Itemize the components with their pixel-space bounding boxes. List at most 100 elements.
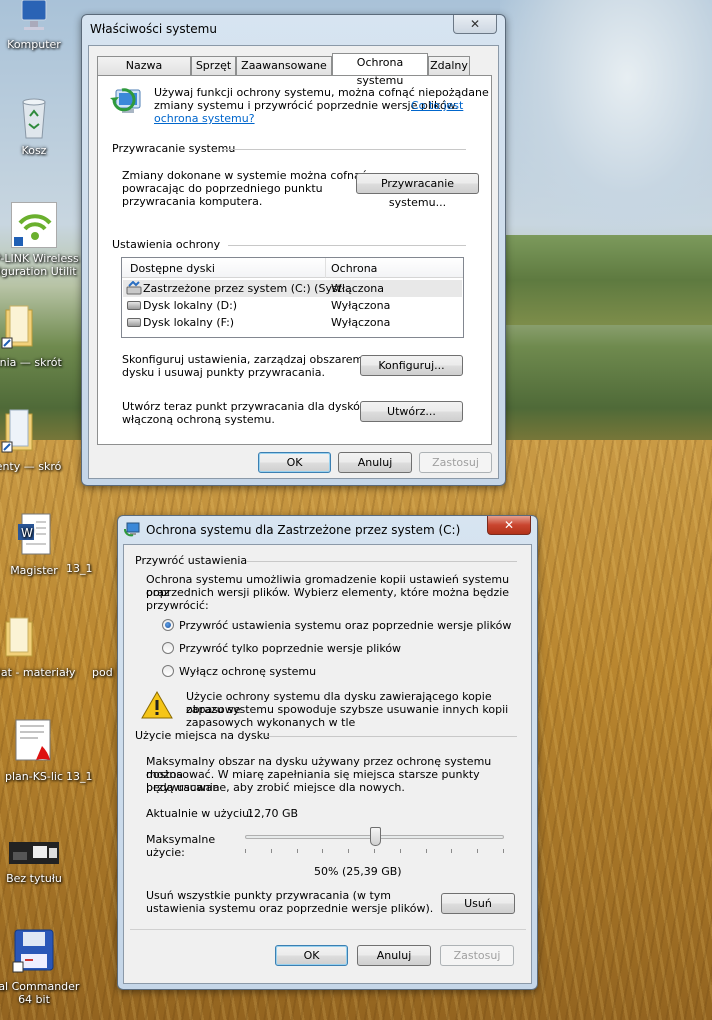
slider-tick	[477, 849, 478, 853]
radio-label-disable-protection[interactable]: Wyłącz ochronę systemu	[179, 665, 316, 678]
system-restore-button[interactable]: Przywracanie systemu...	[356, 173, 479, 209]
what-is-system-protection-link-1[interactable]: Co to jest	[411, 99, 463, 112]
close-button[interactable]: ✕	[453, 15, 497, 34]
desktop-icon-wireless-utility[interactable]: P-LINK Wireless figuration Utilit	[0, 202, 79, 278]
radio-disable-protection[interactable]	[162, 665, 174, 677]
drive-icon	[127, 301, 141, 310]
dialog-client-area: Przywróć ustawienia Ochrona systemu umoż…	[123, 544, 532, 984]
max-usage-label-1: Maksymalne	[146, 833, 216, 846]
protection-group-divider	[228, 245, 466, 246]
apply-button[interactable]: Zastosuj	[440, 945, 514, 966]
configure-desc-line-1: Skonfiguruj ustawienia, zarządzaj obszar…	[122, 353, 364, 366]
slider-tick	[503, 849, 504, 853]
desktop-icon-folder-shortcut-2[interactable]: umenty — skró	[0, 408, 61, 473]
total-commander-icon	[11, 928, 57, 976]
desktop-icon-folder-shortcut-1[interactable]: czelnia — skrót	[0, 304, 62, 369]
cancel-button[interactable]: Anuluj	[357, 945, 431, 966]
title-bar[interactable]: Właściwości systemu ✕	[82, 15, 505, 43]
folder-shortcut-icon	[0, 408, 36, 456]
svg-text:W: W	[21, 526, 33, 540]
desktop-icon-total-commander[interactable]: tal Commander 64 bit	[0, 928, 79, 1006]
radio-restore-settings-and-files[interactable]	[162, 619, 174, 631]
pdf-icon	[12, 718, 56, 766]
current-usage-label: Aktualnie w użyciu:	[146, 807, 253, 820]
intro-line-1: Używaj funkcji ochrony systemu, można co…	[154, 86, 489, 99]
dialog-client-area: Nazwa komputera Sprzęt Zaawansowane Ochr…	[88, 45, 499, 479]
footer-divider	[130, 929, 526, 930]
disk-usage-desc-3: będą usuwane, aby zrobić miejsce dla now…	[146, 781, 405, 794]
folder-icon	[0, 614, 36, 662]
window-title: Ochrona systemu dla Zastrzeżone przez sy…	[146, 523, 461, 537]
restore-settings-desc-2: poprzednich wersji plików. Wybierz eleme…	[146, 586, 510, 599]
max-usage-slider[interactable]	[245, 827, 504, 863]
tab-system-protection[interactable]: Ochrona systemu	[332, 53, 428, 87]
create-button[interactable]: Utwórz...	[360, 401, 463, 422]
column-header-protection[interactable]: Ochrona	[331, 262, 377, 275]
configure-button[interactable]: Konfiguruj...	[360, 355, 463, 376]
delete-desc-line-2: ustawienia systemu oraz poprzednie wersj…	[146, 902, 434, 915]
drive-name: Zastrzeżone przez system (C:) (Syst...	[143, 282, 353, 295]
what-is-system-protection-link-2[interactable]: ochrona systemu?	[154, 112, 255, 125]
desktop-icon-recycle-bin[interactable]: Kosz	[0, 96, 74, 157]
system-drive-icon	[126, 280, 142, 295]
tab-computer-name[interactable]: Nazwa komputera	[97, 56, 191, 90]
restore-settings-divider	[246, 561, 517, 562]
wireless-utility-icon	[11, 202, 57, 248]
cancel-button[interactable]: Anuluj	[338, 452, 412, 473]
desktop-icon-magister[interactable]: W Magister	[0, 512, 74, 577]
restore-desc-line-1: Zmiany dokonane w systemie można cofnąć,	[122, 169, 371, 182]
ok-button[interactable]: OK	[275, 945, 348, 966]
desktop-icon-computer[interactable]: Komputer	[0, 0, 74, 51]
restore-desc-line-2: powracając do poprzedniego punktu	[122, 182, 323, 195]
tab-remote[interactable]: Zdalny	[428, 56, 470, 75]
drive-name: Dysk lokalny (D:)	[143, 299, 238, 312]
drive-protection-status: Włączona	[331, 282, 385, 295]
desktop-hills	[500, 235, 712, 325]
desktop-icon-file-13-1-a[interactable]: 13_1	[66, 562, 106, 575]
slider-thumb[interactable]	[370, 827, 381, 846]
slider-tick	[374, 849, 375, 853]
radio-label-restore-settings-and-files[interactable]: Przywróć ustawienia systemu oraz poprzed…	[179, 619, 511, 632]
system-properties-window: Właściwości systemu ✕ Nazwa komputera Sp…	[81, 14, 506, 486]
radio-restore-files-only[interactable]	[162, 642, 174, 654]
desktop-icon-plan-ks-lic[interactable]: plan-KS-lic	[0, 718, 74, 783]
tab-page-system-protection: Używaj funkcji ochrony systemu, można co…	[97, 75, 492, 445]
computer-icon	[16, 0, 52, 34]
max-usage-value: 50% (25,39 GB)	[314, 865, 402, 878]
restore-settings-heading: Przywróć ustawienia	[135, 554, 248, 567]
warning-line-3: zapasowych wykonanych w tle	[186, 716, 356, 729]
drive-row-f[interactable]: Dysk lokalny (F:) Wyłączona	[123, 314, 462, 331]
create-desc-line-2: włączoną ochroną systemu.	[122, 413, 275, 426]
close-button[interactable]: ✕	[487, 516, 531, 535]
slider-tick	[451, 849, 452, 853]
max-usage-label-2: użycie:	[146, 846, 185, 859]
disk-usage-heading: Użycie miejsca na dysku	[135, 729, 270, 742]
drive-protection-status: Wyłączona	[331, 316, 391, 329]
restore-settings-desc-3: przywrócić:	[146, 599, 209, 612]
slider-tick	[322, 849, 323, 853]
slider-tick	[297, 849, 298, 853]
drive-row-d[interactable]: Dysk lokalny (D:) Wyłączona	[123, 297, 462, 314]
apply-button[interactable]: Zastosuj	[419, 452, 492, 473]
word-document-icon: W	[16, 512, 52, 560]
title-bar[interactable]: Ochrona systemu dla Zastrzeżone przez sy…	[118, 516, 537, 544]
restore-group-heading: Przywracanie systemu	[112, 142, 236, 155]
restore-group-divider	[222, 149, 466, 150]
ok-button[interactable]: OK	[258, 452, 331, 473]
desktop-icon-file-13-1-b[interactable]: 13_1	[66, 770, 106, 783]
tab-hardware[interactable]: Sprzęt	[191, 56, 236, 75]
column-header-drives[interactable]: Dostępne dyski	[130, 262, 215, 275]
current-usage-value: 12,70 GB	[247, 807, 299, 820]
radio-label-restore-files-only[interactable]: Przywróć tylko poprzednie wersje plików	[179, 642, 401, 655]
create-desc-line-1: Utwórz teraz punkt przywracania dla dysk…	[122, 400, 379, 413]
slider-tick	[426, 849, 427, 853]
system-protection-drive-window: Ochrona systemu dla Zastrzeżone przez sy…	[117, 515, 538, 990]
desktop-icon-folder-licencjat[interactable]: encjat - materiały	[0, 614, 75, 679]
tab-advanced[interactable]: Zaawansowane	[236, 56, 332, 75]
drives-list: Dostępne dyski Ochrona Zastrzeżone przez…	[121, 257, 464, 338]
delete-button[interactable]: Usuń	[441, 893, 515, 914]
protection-group-heading: Ustawienia ochrony	[112, 238, 221, 251]
column-divider	[325, 258, 326, 278]
desktop-icon-bez-tytulu[interactable]: Bez tytułu	[0, 842, 74, 885]
drive-row-c[interactable]: Zastrzeżone przez system (C:) (Syst... W…	[123, 280, 462, 297]
